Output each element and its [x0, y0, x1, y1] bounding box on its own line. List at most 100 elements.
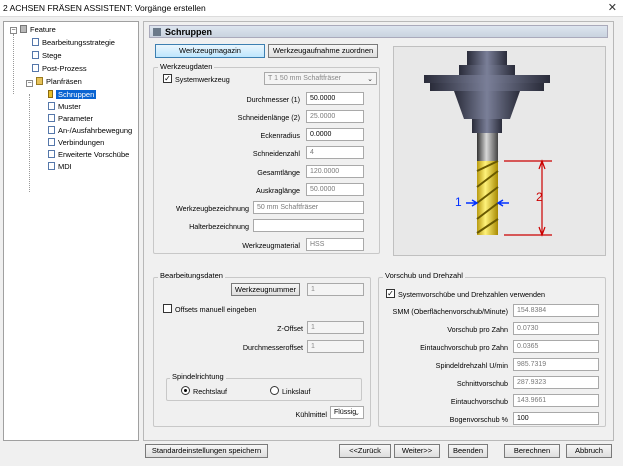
- holder-cone: [454, 91, 520, 119]
- finish-button[interactable]: Beenden: [448, 444, 488, 458]
- plunge-per-tooth-input[interactable]: 0.0365: [513, 340, 599, 353]
- feed-per-tooth-input[interactable]: 0.0730: [513, 322, 599, 335]
- diameter-input[interactable]: 50.0000: [306, 92, 364, 105]
- tool-shank: [477, 133, 498, 161]
- tree-line: [13, 34, 14, 94]
- calculate-button[interactable]: Berechnen: [504, 444, 560, 458]
- next-button[interactable]: Weiter>>: [394, 444, 440, 458]
- tree-node-muster[interactable]: Muster: [48, 102, 81, 113]
- diameter-label: Durchmesser (1): [246, 95, 300, 104]
- tool-icon: [48, 90, 53, 98]
- tree-node-mdi[interactable]: MDI: [48, 162, 72, 173]
- clockwise-radio[interactable]: [181, 386, 190, 395]
- corner-radius-label: Eckenradius: [260, 131, 300, 140]
- plunge-per-tooth-label: Eintauchvorschub pro Zahn: [420, 343, 508, 352]
- tool-number-input[interactable]: 1: [307, 283, 364, 296]
- tree-node-feeds[interactable]: Erweiterte Vorschübe: [48, 150, 129, 161]
- window-title: 2 ACHSEN FRÄSEN ASSISTENT: Vorgänge erst…: [3, 3, 206, 13]
- overhang-input[interactable]: 50.0000: [306, 183, 364, 196]
- flute-length-label: Schneidenlänge (2): [237, 113, 300, 122]
- diameter-offset-input[interactable]: 1: [307, 340, 364, 353]
- document-icon: [48, 126, 55, 134]
- tree-node-stege[interactable]: Stege: [32, 51, 62, 62]
- assign-holder-button[interactable]: Werkzeugaufnahme zuordnen: [268, 44, 378, 58]
- tool-data-title: Werkzeugdaten: [158, 62, 215, 71]
- length-dimension: [504, 160, 552, 236]
- flute-count-label: Schneidenzahl: [252, 149, 300, 158]
- spindle-rpm-label: Spindeldrehzahl U/min: [435, 361, 508, 370]
- tree-node-schruppen[interactable]: Schruppen: [48, 90, 97, 101]
- document-icon: [48, 102, 55, 110]
- cancel-button[interactable]: Abbruch: [566, 444, 612, 458]
- close-button[interactable]: ✕: [608, 1, 617, 14]
- document-icon: [48, 138, 55, 146]
- clockwise-label: Rechtslauf: [193, 387, 227, 396]
- spindle-direction-title: Spindelrichtung: [170, 372, 226, 381]
- tree-node-connections[interactable]: Verbindungen: [48, 138, 104, 149]
- save-defaults-button[interactable]: Standardeinstellungen speichern: [145, 444, 268, 458]
- tool-name-input[interactable]: 50 mm Schaftfräser: [253, 201, 364, 214]
- feature-tree[interactable]: − Feature Bearbeitungsstrategie Stege Po…: [3, 21, 139, 441]
- plunge-feed-label: Eintauchvorschub: [450, 397, 508, 406]
- collapse-toggle[interactable]: −: [26, 80, 33, 87]
- holder-name-input[interactable]: [253, 219, 364, 232]
- document-icon: [32, 64, 39, 72]
- feature-icon: [20, 25, 27, 33]
- holder-collet: [472, 119, 502, 133]
- arc-feed-label: Bogenvorschub %: [449, 415, 508, 424]
- manual-offsets-label: Offsets manuell eingeben: [175, 305, 257, 314]
- section-icon: [153, 28, 161, 36]
- tool-material-label: Werkzeugmaterial: [242, 241, 300, 250]
- system-tool-select[interactable]: T 1 50 mm Schaftfräser ⌄: [264, 72, 377, 85]
- tool-number-button[interactable]: Werkzeugnummer: [231, 283, 300, 296]
- holder-flange-lower: [430, 83, 544, 91]
- feeds-speeds-title: Vorschub und Drehzahl: [383, 271, 465, 280]
- z-offset-input[interactable]: 1: [307, 321, 364, 334]
- system-feeds-label: Systemvorschübe und Drehzahlen verwenden: [398, 290, 546, 299]
- length-marker: 2: [536, 190, 543, 204]
- manual-offsets-checkbox[interactable]: [163, 304, 172, 313]
- smm-label: SMM (Oberflächenvorschub/Minute): [392, 307, 508, 316]
- system-tool-label: Systemwerkzeug: [175, 75, 230, 84]
- flute-count-input[interactable]: 4: [306, 146, 364, 159]
- spindle-rpm-input[interactable]: 985.7319: [513, 358, 599, 371]
- title-bar: 2 ACHSEN FRÄSEN ASSISTENT: Vorgänge erst…: [0, 0, 623, 17]
- collapse-toggle[interactable]: −: [10, 27, 17, 34]
- tool-flutes: [477, 161, 498, 235]
- operation-icon: [36, 77, 43, 85]
- tree-node-post-process[interactable]: Post-Prozess: [32, 64, 87, 75]
- machining-data-title: Bearbeitungsdaten: [158, 271, 225, 280]
- plunge-feed-input[interactable]: 143.9661: [513, 394, 599, 407]
- system-feeds-checkbox[interactable]: ✓: [386, 289, 395, 298]
- counterclockwise-radio[interactable]: [270, 386, 279, 395]
- back-button[interactable]: <<Zurück: [339, 444, 391, 458]
- end-mill-illustration: [424, 51, 552, 237]
- chevron-down-icon: ⌄: [354, 410, 360, 417]
- tree-node-approach[interactable]: An-/Ausfahrbewegung: [48, 126, 132, 137]
- smm-input[interactable]: 154.8384: [513, 304, 599, 317]
- overhang-label: Auskraglänge: [256, 186, 300, 195]
- system-tool-checkbox[interactable]: ✓: [163, 74, 172, 83]
- diameter-offset-label: Durchmesseroffset: [242, 343, 303, 352]
- z-offset-label: Z-Offset: [277, 324, 303, 333]
- total-length-label: Gesamtlänge: [257, 168, 300, 177]
- holder-top: [467, 51, 507, 65]
- corner-radius-input[interactable]: 0.0000: [306, 128, 364, 141]
- tool-magazine-button[interactable]: Werkzeugmagazin: [155, 44, 265, 58]
- cutting-feed-input[interactable]: 287.9323: [513, 376, 599, 389]
- tree-node-planfraesen[interactable]: Planfräsen: [36, 77, 82, 88]
- coolant-select[interactable]: Flüssig ⌄: [330, 406, 364, 419]
- tool-name-label: Werkzeugbezeichnung: [176, 204, 249, 213]
- holder-ring: [459, 65, 515, 75]
- flute-length-input[interactable]: 25.0000: [306, 110, 364, 123]
- tree-node-strategy[interactable]: Bearbeitungsstrategie: [32, 38, 115, 49]
- chevron-down-icon: ⌄: [367, 76, 373, 83]
- tree-line: [29, 94, 30, 192]
- total-length-input[interactable]: 120.0000: [306, 165, 364, 178]
- holder-flange: [424, 75, 550, 83]
- tree-node-feature[interactable]: Feature: [20, 25, 56, 36]
- arc-feed-input[interactable]: 100: [513, 412, 599, 425]
- tree-node-parameter[interactable]: Parameter: [48, 114, 93, 125]
- tool-diagram: 1 2: [393, 46, 606, 256]
- tool-material-input[interactable]: HSS: [306, 238, 364, 251]
